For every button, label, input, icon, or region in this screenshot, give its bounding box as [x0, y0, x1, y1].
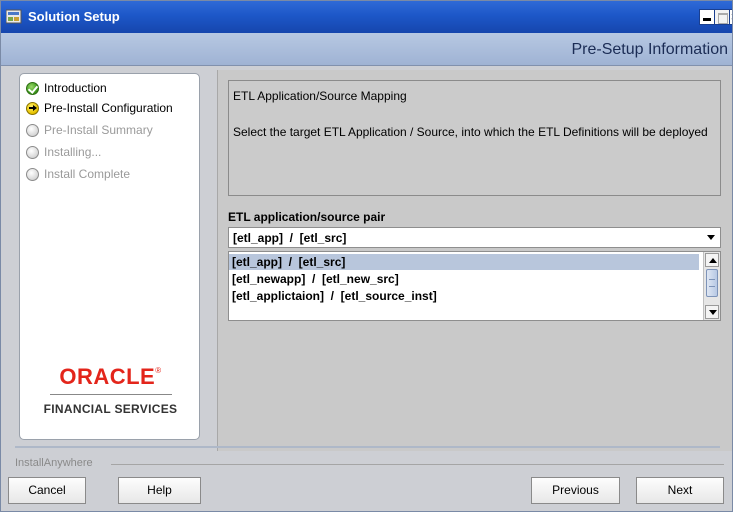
check-icon [26, 82, 39, 95]
scroll-down-icon[interactable] [705, 305, 719, 319]
step-label: Pre-Install Summary [44, 123, 153, 137]
scroll-thumb[interactable] [706, 269, 718, 297]
title-bar[interactable]: Solution Setup × [1, 1, 732, 33]
logo-divider [49, 394, 172, 395]
registered-mark: ® [155, 366, 162, 375]
step-label: Install Complete [44, 167, 131, 181]
step-label: Introduction [44, 81, 107, 95]
option-item[interactable]: [etl_app] / [etl_src] [229, 254, 699, 270]
cancel-button[interactable]: Cancel [8, 477, 86, 504]
help-button[interactable]: Help [118, 477, 201, 504]
etl-pair-options-list[interactable]: [etl_app] / [etl_src] [etl_newapp] / [et… [228, 251, 721, 321]
steps-panel: Introduction Pre-Install Configuration P… [19, 73, 200, 440]
minimize-icon[interactable] [699, 9, 715, 25]
oracle-logo: ORACLE® FINANCIAL SERVICES [20, 364, 201, 416]
info-box: ETL Application/Source Mapping Select th… [228, 80, 721, 196]
pair-label: ETL application/source pair [228, 210, 386, 224]
step-title: Pre-Setup Information [571, 41, 728, 58]
option-item[interactable]: [etl_newapp] / [etl_new_src] [229, 271, 699, 287]
step-label: Pre-Install Configuration [44, 101, 173, 115]
logo-brand: ORACLE® [59, 364, 162, 389]
etl-pair-select[interactable]: [etl_app] / [etl_src] [228, 227, 721, 248]
footer-divider [15, 446, 720, 448]
info-heading: ETL Application/Source Mapping [233, 89, 407, 103]
radio-empty-icon [26, 168, 39, 181]
step-label: Installing... [44, 145, 102, 159]
previous-button[interactable]: Previous [531, 477, 620, 504]
radio-empty-icon [26, 146, 39, 159]
option-item[interactable]: [etl_applictaion] / [etl_source_inst] [229, 288, 699, 304]
maximize-icon[interactable] [714, 9, 730, 25]
content-panel: ETL Application/Source Mapping Select th… [217, 70, 732, 451]
app-icon [6, 9, 22, 24]
arrow-right-icon [26, 102, 39, 115]
logo-subtitle: FINANCIAL SERVICES [43, 402, 178, 416]
step-header: Pre-Setup Information [1, 33, 732, 66]
dropdown-arrow-icon[interactable] [700, 228, 720, 247]
window-title: Solution Setup [28, 9, 120, 24]
selected-value: [etl_app] / [etl_src] [233, 231, 347, 245]
next-button[interactable]: Next [636, 477, 724, 504]
radio-empty-icon [26, 124, 39, 137]
brand-divider [111, 464, 724, 465]
installer-window: Solution Setup × Pre-Setup Information I… [0, 0, 733, 512]
info-description: Select the target ETL Application / Sour… [233, 125, 708, 139]
close-icon[interactable]: × [729, 9, 732, 25]
installanywhere-label: InstallAnywhere [15, 457, 99, 469]
scroll-up-icon[interactable] [705, 253, 719, 267]
options-scrollbar[interactable] [703, 252, 720, 320]
